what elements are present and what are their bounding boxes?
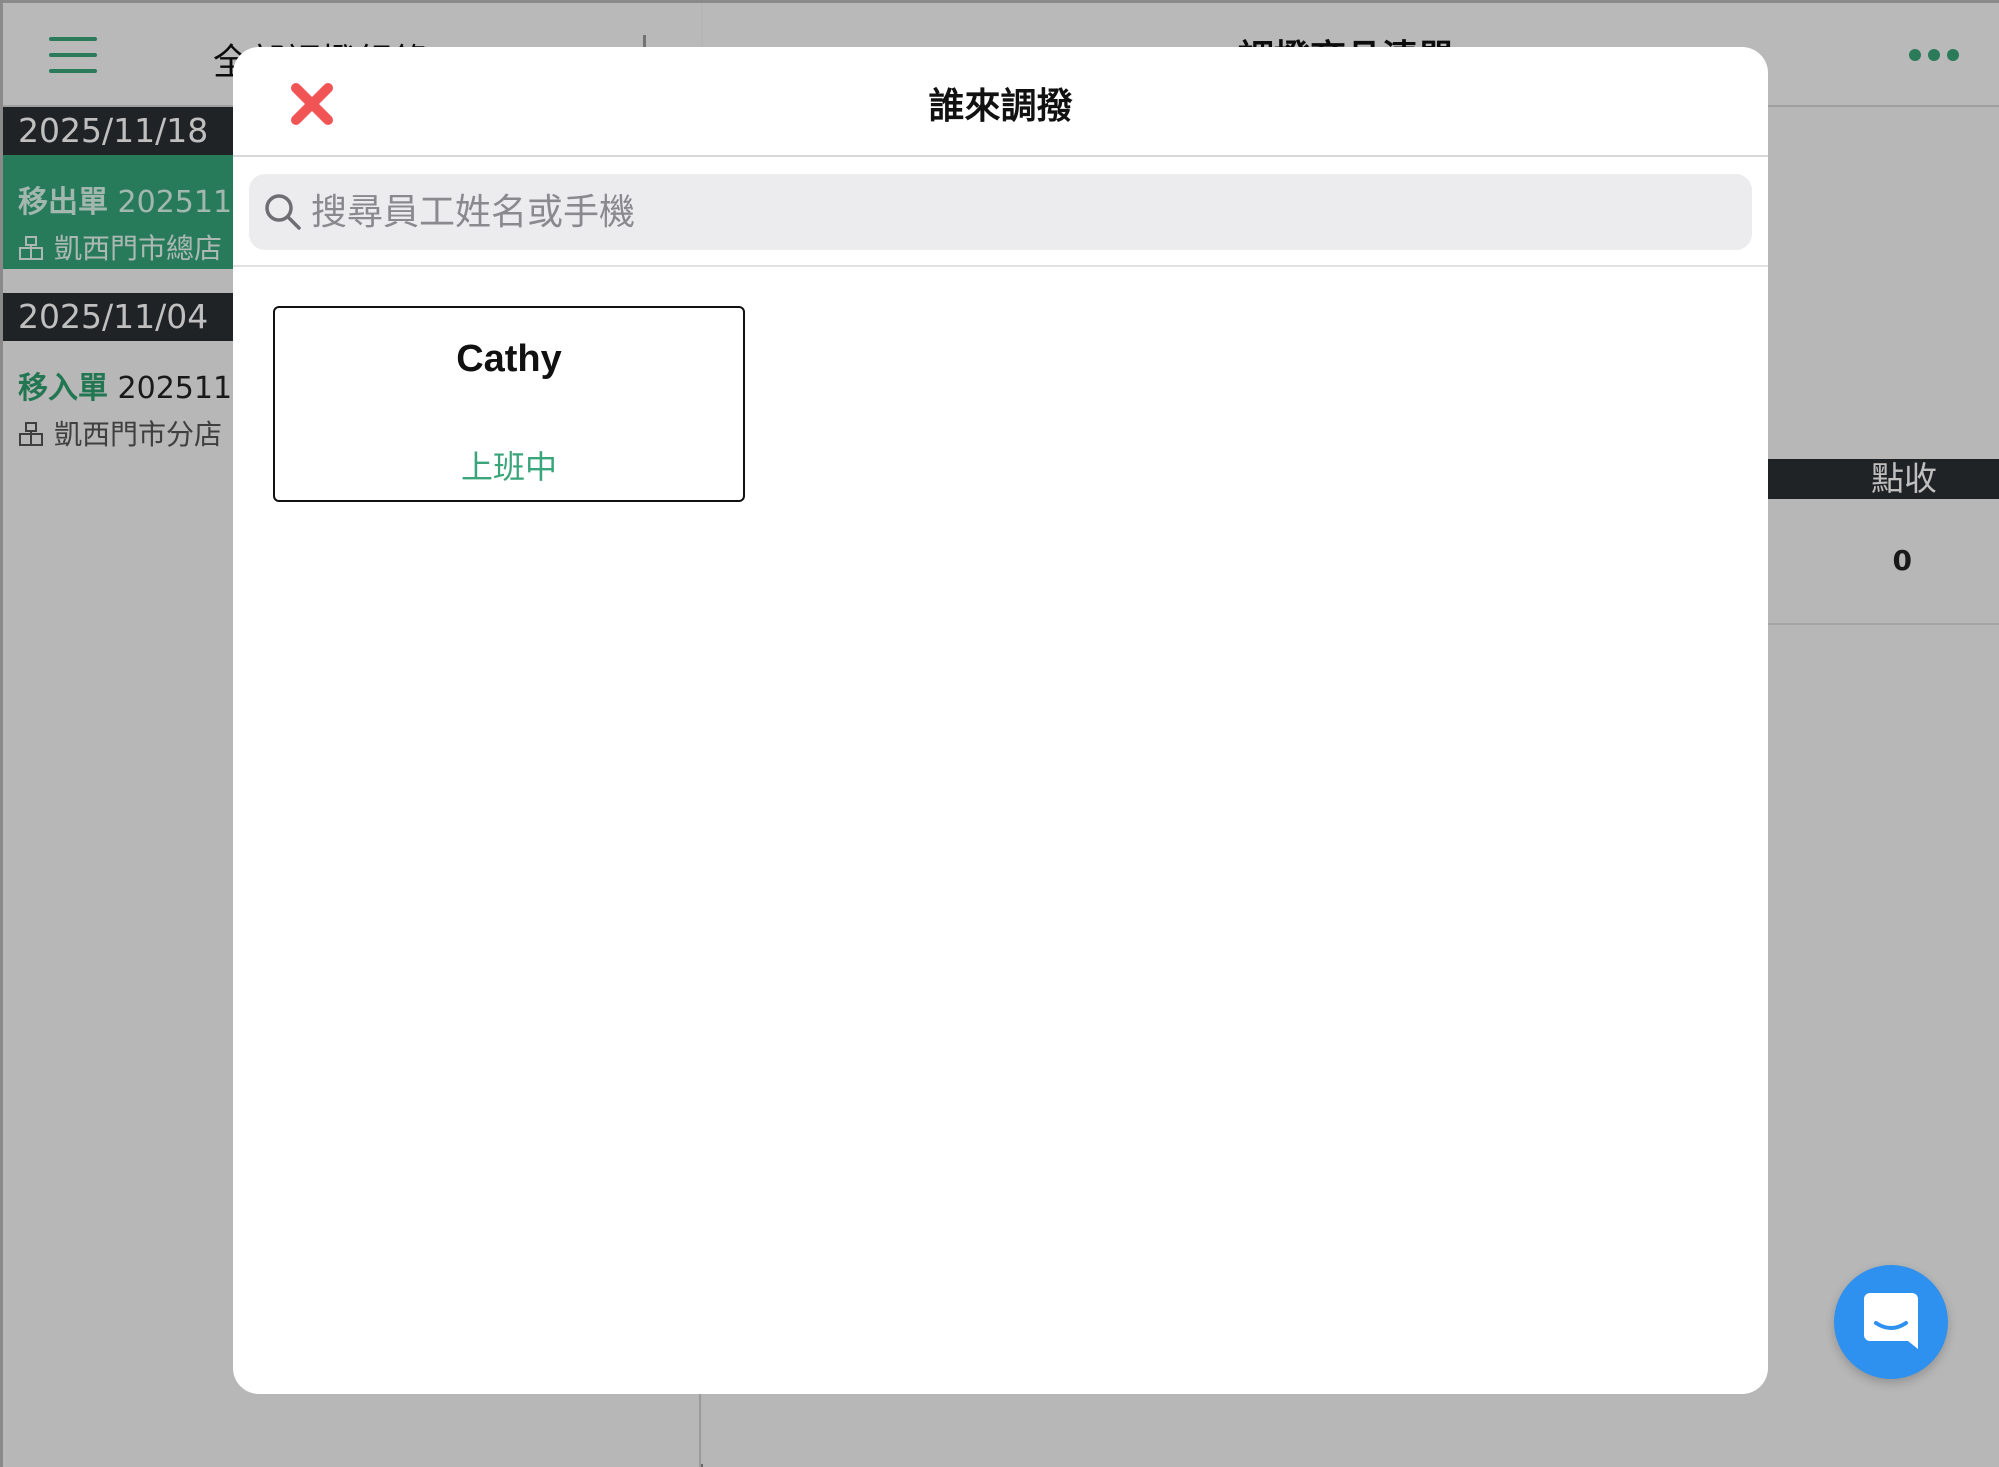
modal-title: 誰來調撥 — [928, 86, 1073, 127]
modal-header: 誰來調撥 — [233, 47, 1768, 157]
employee-status: 上班中 — [460, 448, 557, 486]
employee-card[interactable]: Cathy 上班中 — [273, 306, 745, 502]
chat-button[interactable] — [1834, 1265, 1948, 1379]
search-input[interactable] — [311, 174, 1731, 250]
search-box[interactable] — [249, 174, 1752, 250]
chat-icon — [1864, 1293, 1918, 1349]
search-bar — [233, 157, 1768, 267]
search-icon — [265, 194, 301, 230]
employee-name: Cathy — [456, 338, 562, 380]
employee-picker-modal: 誰來調撥 Cathy 上班中 — [233, 47, 1768, 1394]
